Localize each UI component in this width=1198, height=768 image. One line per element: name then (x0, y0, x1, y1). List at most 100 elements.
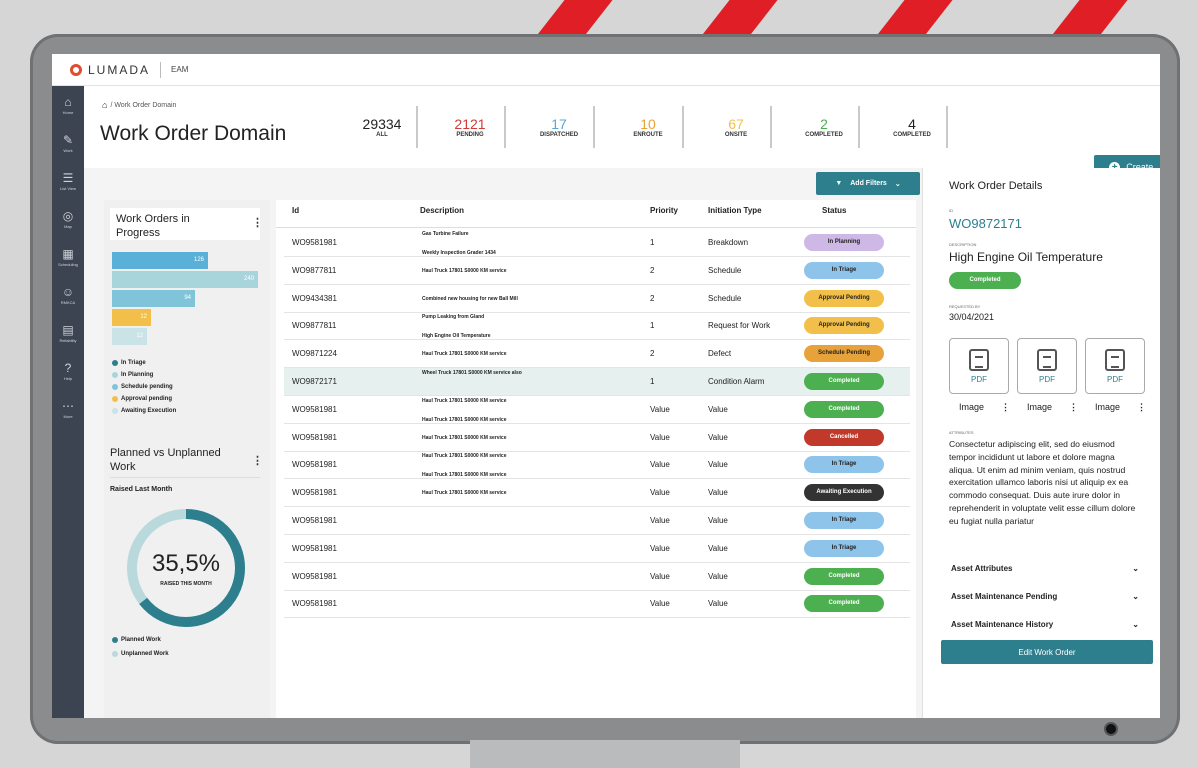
accordion-asset-maintenance-pending[interactable]: Asset Maintenance Pending ⌄ (951, 592, 1139, 601)
status-badge[interactable]: Completed (804, 373, 884, 390)
row-id[interactable]: WO9581981 (292, 488, 337, 497)
sidebar-item-home[interactable]: ⌂ Home (52, 86, 84, 124)
accordion-asset-attributes[interactable]: Asset Attributes ⌄ (951, 564, 1139, 573)
product-name: EAM (171, 65, 189, 74)
app-logo[interactable]: LUMADA (88, 63, 150, 77)
stat-enroute-3[interactable]: 10 ENROUTE (618, 116, 678, 138)
row-id[interactable]: WO9581981 (292, 516, 337, 525)
table-row[interactable]: WO9581981 Value Value Completed (284, 590, 910, 619)
pvu-legend-item: Unplanned Work (112, 651, 169, 657)
stat-completed-5[interactable]: 2 COMPLETED (794, 116, 854, 138)
calendar-icon: ▦ (62, 246, 74, 261)
row-id[interactable]: WO9434381 (292, 294, 337, 303)
kebab-menu-icon[interactable]: ⋮ (1137, 402, 1146, 413)
row-priority: Value (650, 432, 670, 442)
legend-dot-icon (112, 637, 118, 643)
kebab-menu-icon[interactable]: ⋮ (252, 454, 263, 467)
table-row[interactable]: WO9581981 Value Value In Triage (284, 535, 910, 563)
sidebar-item-work[interactable]: ✎ Work (52, 124, 84, 162)
add-filters-button[interactable]: ▼ Add Filters ⌄ (816, 172, 920, 195)
table-row[interactable]: WO9581981 Haul Truck 17801 S0000 KM servi… (284, 451, 910, 480)
col-priority[interactable]: Priority (650, 206, 678, 215)
status-badge[interactable]: In Triage (804, 539, 884, 557)
table-row[interactable]: WO9872171 Wheel Truck 17801 S0000 KM serv… (284, 368, 910, 396)
table-row[interactable]: WO9877811 Pump Leaking from Gland High Eng… (284, 312, 910, 341)
legend-dot-icon (112, 651, 118, 657)
table-row[interactable]: WO9581981 Haul Truck 17801 S0000 KM servi… (284, 396, 910, 424)
row-id[interactable]: WO9581981 (292, 433, 337, 442)
status-badge[interactable]: Approval Pending (804, 317, 884, 335)
sidebar-item-rmkca[interactable]: ☺ RMKCA (52, 276, 84, 314)
legend-label: Unplanned Work (121, 651, 169, 657)
table-row[interactable]: WO9581981 Value Value Completed (284, 563, 910, 591)
kebab-menu-icon[interactable]: ⋮ (1069, 402, 1078, 413)
status-badge[interactable]: Completed (804, 400, 884, 418)
sidebar-item-help[interactable]: ? Help (52, 352, 84, 390)
stat-completed-6[interactable]: 4 COMPLETED (882, 116, 942, 138)
col-description[interactable]: Description (420, 206, 464, 215)
row-id[interactable]: WO9872171 (292, 377, 337, 386)
filter-icon: ▼ (835, 180, 843, 187)
home-icon[interactable]: ⌂ (102, 100, 107, 110)
sidebar-item-reliability[interactable]: ▤ Reliability (52, 314, 84, 352)
stat-dispatched-2[interactable]: 17 DISPATCHED (529, 116, 589, 138)
table-row[interactable]: WO9581981 Gas Turbine Failure Weekly Inspe… (284, 229, 910, 257)
sidebar-item-map[interactable]: ◎ Map (52, 200, 84, 238)
table-row[interactable]: WO9434381 Combined new housing for new Ba… (284, 285, 910, 313)
table-row[interactable]: WO9581981 Value Value In Triage (284, 507, 910, 535)
wrench-icon: ✎ (62, 132, 74, 147)
stat-all-0[interactable]: 29334 ALL (352, 116, 412, 138)
edit-work-order-button[interactable]: Edit Work Order (941, 640, 1153, 664)
sidebar-item-scheduling[interactable]: ▦ Scheduling (52, 238, 84, 276)
table-row[interactable]: WO9581981 Haul Truck 17801 S0000 KM servi… (284, 479, 910, 508)
attachment-thumbnail[interactable]: PDF (1017, 338, 1077, 394)
row-id[interactable]: WO9581981 (292, 599, 337, 608)
status-badge[interactable]: Completed (804, 595, 884, 613)
kebab-menu-icon[interactable]: ⋮ (1001, 402, 1010, 413)
status-badge[interactable]: Awaiting Execution (804, 484, 884, 502)
row-priority: Value (650, 571, 670, 581)
details-title: Work Order Details (949, 180, 1043, 192)
status-badge[interactable]: Completed (804, 567, 884, 585)
row-priority: Value (650, 543, 670, 553)
row-id[interactable]: WO9581981 (292, 405, 337, 414)
row-initiation-type: Schedule (708, 265, 742, 275)
row-id[interactable]: WO9877811 (292, 266, 336, 275)
status-badge[interactable]: Schedule Pending (804, 345, 884, 363)
row-id[interactable]: WO9877811 (292, 321, 336, 330)
accordion-asset-maintenance-history[interactable]: Asset Maintenance History ⌄ (951, 620, 1139, 629)
chevron-down-icon: ⌄ (894, 180, 901, 188)
row-id[interactable]: WO9581981 (292, 544, 337, 553)
stat-divider (682, 106, 684, 148)
col-status[interactable]: Status (822, 206, 846, 215)
attributes-label: ATTRIBUTES (949, 430, 974, 435)
row-id[interactable]: WO9581981 (292, 572, 337, 581)
status-badge[interactable]: In Triage (804, 456, 884, 474)
status-badge[interactable]: In Triage (804, 261, 884, 279)
table-row[interactable]: WO9877811 Haul Truck 17801 S0000 KM servi… (284, 257, 910, 285)
status-badge[interactable]: Approval Pending (804, 289, 884, 307)
row-priority: 2 (650, 293, 655, 303)
stat-onsite-4[interactable]: 67 ONSITE (706, 116, 766, 138)
row-id[interactable]: WO9581981 (292, 238, 337, 247)
status-badge[interactable]: In Triage (804, 512, 884, 529)
attachment-thumbnail[interactable]: PDF (1085, 338, 1145, 394)
row-id[interactable]: WO9871224 (292, 349, 337, 358)
col-id[interactable]: Id (292, 206, 299, 215)
document-icon (1037, 348, 1057, 371)
stat-pending-1[interactable]: 2121 PENDING (440, 116, 500, 138)
kebab-menu-icon[interactable]: ⋮ (252, 216, 263, 229)
table-row[interactable]: WO9871224 Haul Truck 17801 S0000 KM servi… (284, 340, 910, 369)
row-id[interactable]: WO9581981 (292, 460, 337, 469)
sidebar-item-more[interactable]: ⋯ More (52, 390, 84, 428)
table-header: Id Description Priority Initiation Type … (276, 200, 916, 228)
sidebar-item-list-view[interactable]: ☰ List View (52, 162, 84, 200)
breadcrumb-current[interactable]: / Work Order Domain (110, 102, 176, 109)
status-badge[interactable]: Cancelled (804, 428, 884, 446)
attachment-thumbnail[interactable]: PDF (949, 338, 1009, 394)
status-badge[interactable]: In Planning (804, 234, 884, 251)
legend-label: Planned Work (121, 637, 161, 643)
col-initiation[interactable]: Initiation Type (708, 206, 762, 215)
table-row[interactable]: WO9581981 Haul Truck 17801 S0000 KM servi… (284, 424, 910, 452)
requested-by-label: REQUESTED BY (949, 304, 981, 309)
